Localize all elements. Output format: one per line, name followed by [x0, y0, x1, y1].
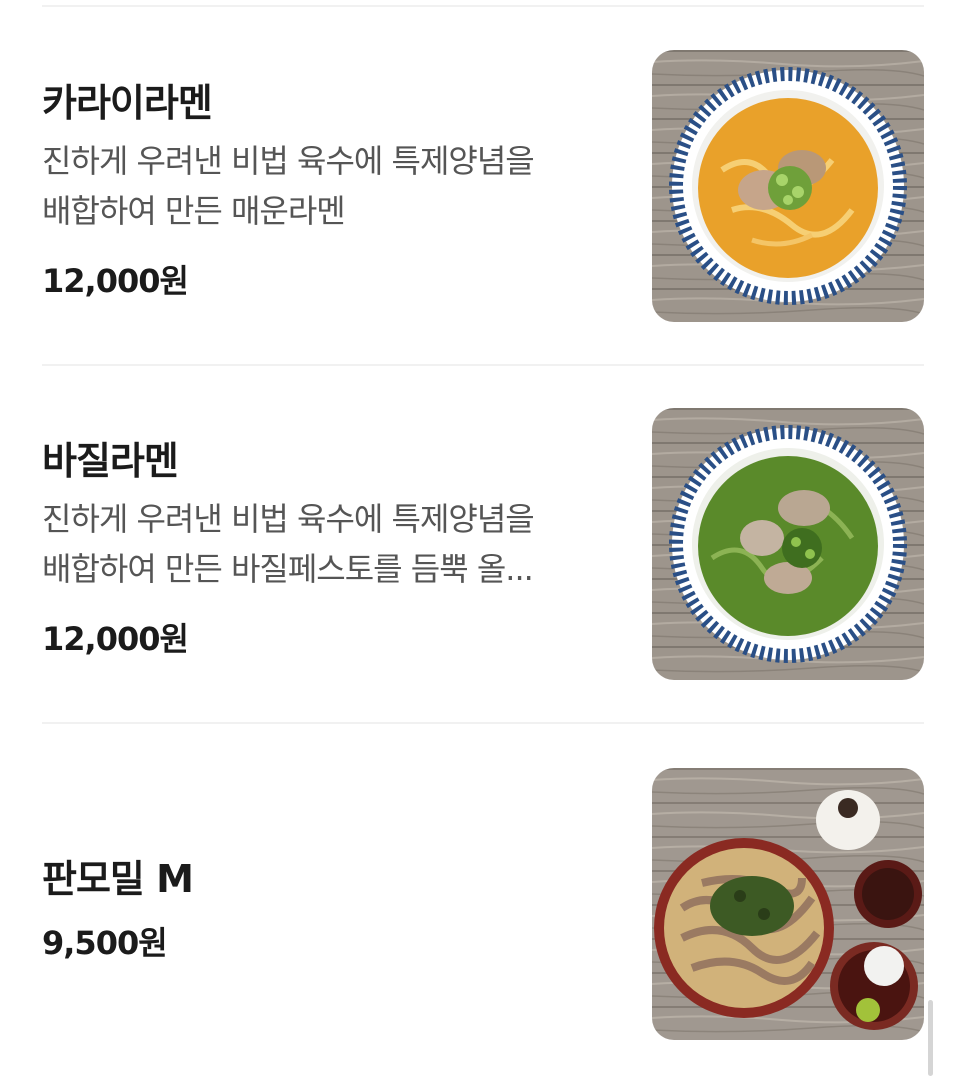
- menu-item-description: 진하게 우려낸 비법 육수에 특제양념을 배합하여 만든 매운라멘: [42, 136, 617, 236]
- description-line: 진하게 우려낸 비법 육수에 특제양념을: [42, 500, 535, 538]
- menu-item-basil-ramen[interactable]: 바질라멘 진하게 우려낸 비법 육수에 특제양념을 배합하여 만든 바질페스토를…: [0, 364, 966, 722]
- menu-item-price: 12,000원: [42, 620, 189, 658]
- basil-ramen-image: [652, 408, 924, 680]
- menu-item-karai-ramen[interactable]: 카라이라멘 진하게 우려낸 비법 육수에 특제양념을 배합하여 만든 매운라멘 …: [0, 0, 966, 364]
- menu-item-price: 12,000원: [42, 262, 189, 300]
- menu-item-name: 카라이라멘: [42, 81, 213, 125]
- menu-item-price: 9,500원: [42, 924, 168, 962]
- menu-item-name: 판모밀 M: [42, 857, 194, 901]
- spicy-ramen-image: [652, 50, 924, 322]
- description-line: 진하게 우려낸 비법 육수에 특제양념을: [42, 142, 535, 180]
- description-line: 배합하여 만든 매운라멘: [42, 192, 346, 230]
- scrollbar[interactable]: [928, 1000, 933, 1076]
- menu-item-description: 진하게 우려낸 비법 육수에 특제양념을 배합하여 만든 바질페스토를 듬뿍 올…: [42, 494, 617, 594]
- description-line: 배합하여 만든 바질페스토를 듬뿍 올...: [42, 550, 534, 588]
- menu-item-name: 바질라멘: [42, 439, 179, 483]
- cold-soba-image: [652, 768, 924, 1040]
- menu-item-pan-soba[interactable]: 판모밀 M 9,500원: [0, 722, 966, 1076]
